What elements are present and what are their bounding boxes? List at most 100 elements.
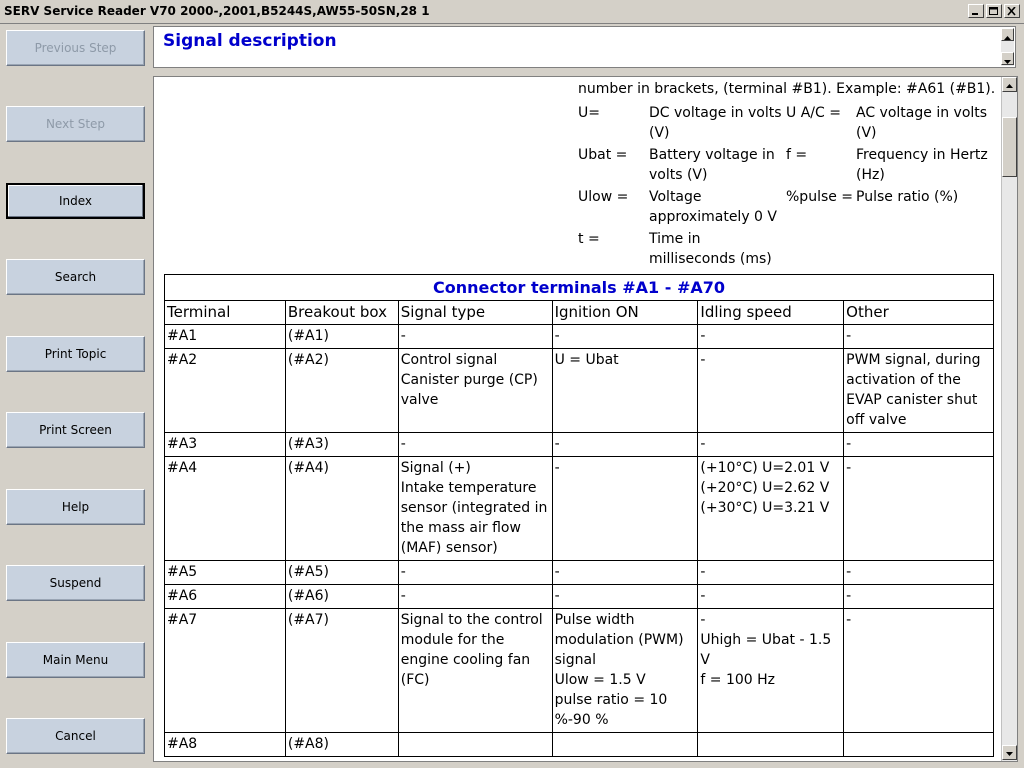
legend-value (856, 229, 996, 271)
arrow-up-icon (1006, 84, 1013, 88)
legend-value: DC voltage in volts (V) (649, 105, 782, 141)
previous-step-button[interactable]: Previous Step (6, 30, 145, 66)
column-header: Idling speed (697, 300, 845, 325)
table-row: #A2 (#A2) Control signal Canister purge (C… (164, 348, 994, 433)
help-button[interactable]: Help (6, 489, 145, 525)
table-cell (397, 732, 553, 757)
header-panel: Signal description (153, 26, 1016, 68)
index-button[interactable]: Index (6, 183, 145, 219)
legend-value: AC voltage in volts (V) (856, 105, 988, 141)
search-button[interactable]: Search (6, 259, 145, 295)
table-cell: Signal to the control module for the eng… (397, 608, 553, 733)
table-cell: (#A7) (284, 608, 399, 733)
table-cell: - (551, 456, 699, 561)
legend-value: Battery voltage in volts (V) (649, 147, 775, 183)
window-controls (968, 4, 1020, 18)
table-cell: - (551, 324, 699, 349)
table-row: #A3 (#A3) - - - - (164, 432, 994, 457)
table-cell (697, 732, 845, 757)
scroll-up-button[interactable] (1002, 77, 1017, 92)
print-screen-button[interactable]: Print Screen (6, 412, 145, 448)
legend-intro: number in brackets, (terminal #B1). Exam… (578, 81, 996, 97)
scroll-down-button[interactable] (1002, 745, 1017, 760)
legend-value: Pulse ratio (%) (856, 189, 959, 205)
table-cell: - (397, 584, 553, 609)
table-cell: (#A2) (284, 348, 399, 433)
table-cell: #A4 (164, 456, 286, 561)
table-cell: PWM signal, during activation of the EVA… (843, 348, 994, 433)
table-cell: (#A6) (284, 584, 399, 609)
table-cell: U = Ubat (551, 348, 699, 433)
page-title: Signal description (163, 31, 337, 51)
table-cell: - (843, 432, 994, 457)
title-bar: SERV Service Reader V70 2000-,2001,B5244… (0, 0, 1024, 24)
legend-table: U= DC voltage in volts (V) U A/C = AC volta… (578, 103, 996, 271)
minimize-icon (972, 13, 978, 15)
table-cell (843, 732, 994, 757)
legend-key: U A/C = (786, 105, 841, 121)
table-cell: - (843, 324, 994, 349)
table-cell: #A2 (164, 348, 286, 433)
table-row: #A6 (#A6) - - - - (164, 584, 994, 609)
table-cell: - (697, 584, 845, 609)
content-panel: number in brackets, (terminal #B1). Exam… (153, 76, 1018, 762)
table-row: #A4 (#A4) Signal (+) Intake temperature se… (164, 456, 994, 561)
table-cell: - (697, 324, 845, 349)
table-cell: #A7 (164, 608, 286, 733)
table-cell: - (397, 324, 553, 349)
maximize-icon (989, 7, 998, 15)
table-cell: - (697, 560, 845, 585)
table-row: #A8 (#A8) (164, 732, 994, 757)
table-cell: - (397, 432, 553, 457)
close-icon (1007, 7, 1016, 16)
legend-value: Frequency in Hertz (Hz) (856, 147, 988, 183)
legend-key: U= (578, 105, 600, 121)
column-header: Signal type (397, 300, 553, 325)
legend-row: t = Time in milliseconds (ms) (578, 229, 996, 271)
table-caption: Connector terminals #A1 - #A70 (164, 274, 994, 301)
legend-key: Ulow = (578, 189, 629, 205)
legend-row: Ubat = Battery voltage in volts (V) f = Fre… (578, 145, 996, 187)
abbreviation-legend: number in brackets, (terminal #B1). Exam… (578, 79, 998, 271)
table-cell: (#A1) (284, 324, 399, 349)
table-cell: Signal (+) Intake temperature sensor (in… (397, 456, 553, 561)
table-cell: Control signal Canister purge (CP) valve (397, 348, 553, 433)
arrow-down-icon (1006, 752, 1013, 756)
header-scrollbar[interactable] (1001, 28, 1014, 66)
table-header-row: Terminal Breakout box Signal type Ignition … (164, 300, 994, 325)
arrow-up-icon (1004, 36, 1011, 40)
table-cell: #A8 (164, 732, 286, 757)
column-header: Ignition ON (551, 300, 699, 325)
cancel-button[interactable]: Cancel (6, 718, 145, 754)
legend-value: Voltage approximately 0 V (649, 189, 777, 225)
window-title: SERV Service Reader V70 2000-,2001,B5244… (4, 4, 430, 18)
minimize-button[interactable] (968, 4, 984, 18)
table-cell: (+10°C) U=2.01 V (+20°C) U=2.62 V (+30°C… (697, 456, 845, 561)
table-cell: - (843, 584, 994, 609)
print-topic-button[interactable]: Print Topic (6, 336, 145, 372)
table-cell: #A1 (164, 324, 286, 349)
header-scroll-down-button[interactable] (1001, 52, 1014, 65)
close-button[interactable] (1004, 4, 1020, 18)
table-cell: - (697, 348, 845, 433)
table-cell: - (551, 584, 699, 609)
table-cell: (#A4) (284, 456, 399, 561)
next-step-button[interactable]: Next Step (6, 106, 145, 142)
legend-key (786, 229, 856, 271)
table-cell: - (551, 560, 699, 585)
suspend-button[interactable]: Suspend (6, 565, 145, 601)
scroll-thumb[interactable] (1002, 117, 1017, 177)
column-header: Other (843, 300, 994, 325)
maximize-button[interactable] (986, 4, 1002, 18)
header-scroll-up-button[interactable] (1001, 28, 1014, 41)
legend-key: t = (578, 231, 600, 247)
main-menu-button[interactable]: Main Menu (6, 642, 145, 678)
table-cell (551, 732, 699, 757)
legend-key: %pulse = (786, 189, 854, 205)
table-row: #A7 (#A7) Signal to the control module for… (164, 608, 994, 733)
connector-terminals-table: Connector terminals #A1 - #A70 Terminal B… (164, 274, 994, 757)
content-scrollbar[interactable] (1001, 77, 1017, 761)
table-cell: - (843, 560, 994, 585)
legend-value: Time in milliseconds (ms) (649, 231, 772, 267)
table-row: #A5 (#A5) - - - - (164, 560, 994, 585)
